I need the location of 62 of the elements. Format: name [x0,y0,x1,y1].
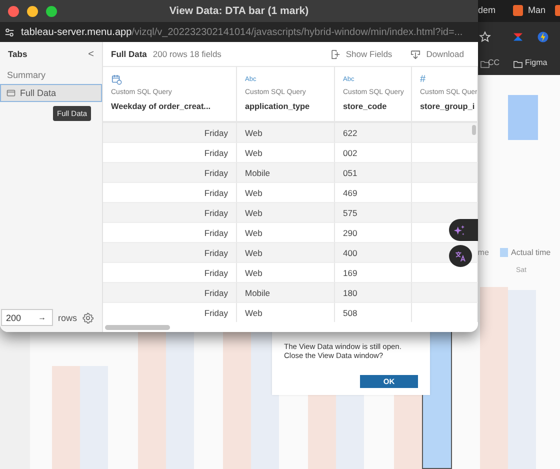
extension-icon [512,31,524,43]
table-cell: 180 [335,283,412,303]
table-cell: Friday [103,243,237,263]
scrollbar-thumb[interactable] [105,324,170,330]
tab-favicon-icon [513,5,523,16]
table-cell: Friday [103,163,237,183]
close-button[interactable] [8,6,19,16]
calendar-icon [111,74,122,85]
row-field-count: 200 rows 18 fields [152,49,222,59]
browser-tab[interactable]: Man [528,5,546,15]
table-cell: Friday [103,123,237,143]
browser-tab[interactable]: dem [478,5,496,15]
table-cell: 051 [335,163,412,183]
rows-input[interactable]: 200 → [1,309,53,326]
sidebar-item[interactable]: Full Data [0,84,102,102]
translate-icon [454,250,467,262]
add-icon [330,48,341,60]
column-name: store_code [343,102,388,111]
table-cell: 508 [335,303,412,322]
url-text[interactable]: tableau-server.menu.app/vizql/v_202232302141014/javascripts/hybrid-window/min/index.html?id=... [21,26,463,38]
table-cell: Mobile [237,283,335,303]
table-icon [6,88,16,98]
legend-swatch [500,248,508,257]
download-button[interactable]: Download [410,48,464,60]
table-cell: 400 [335,243,412,263]
sidebar-item[interactable]: Summary [0,66,102,84]
table-cell: Web [237,203,335,223]
settings-icon[interactable] [82,312,94,324]
scrollbar-thumb[interactable] [472,125,476,135]
table-cell: Friday [103,203,237,223]
table-cell: Web [237,123,335,143]
bookmark[interactable]: Figma [525,58,548,67]
minimize-button[interactable] [27,6,38,16]
chart-bar [508,95,538,140]
zoom-button[interactable] [46,6,57,16]
column-name: store_group_i [420,102,476,111]
table-cell: Mobile [237,163,335,183]
star-icon [479,31,491,43]
column-name: Weekday of order_creat... [111,102,212,111]
table-cell: Web [237,303,335,322]
table-cell: Friday [103,303,237,322]
sparkle-icon [453,224,466,236]
data-type-label: # [420,74,426,85]
column-name: application_type [245,102,311,111]
sliders-icon [4,26,15,38]
table-cell: Web [237,243,335,263]
bookmark[interactable]: CC [488,58,500,67]
table-cell: 575 [335,203,412,223]
legend-label: Actual time [511,248,551,257]
table-cell: 622 [335,123,412,143]
rows-label: rows [58,312,78,322]
download-icon [410,48,422,60]
table-cell: Friday [103,283,237,303]
sidebar-title: Tabs [8,49,28,59]
sparkle-button[interactable] [449,219,478,241]
window-title: View Data: DTA bar (1 mark) [169,5,309,17]
folder-icon [513,59,523,69]
data-title: Full Data [111,49,147,59]
collapse-button[interactable]: < [88,48,94,60]
show-fields-button[interactable]: Show Fields [330,48,392,60]
lightning-icon [537,31,549,43]
folder-icon [480,59,490,69]
